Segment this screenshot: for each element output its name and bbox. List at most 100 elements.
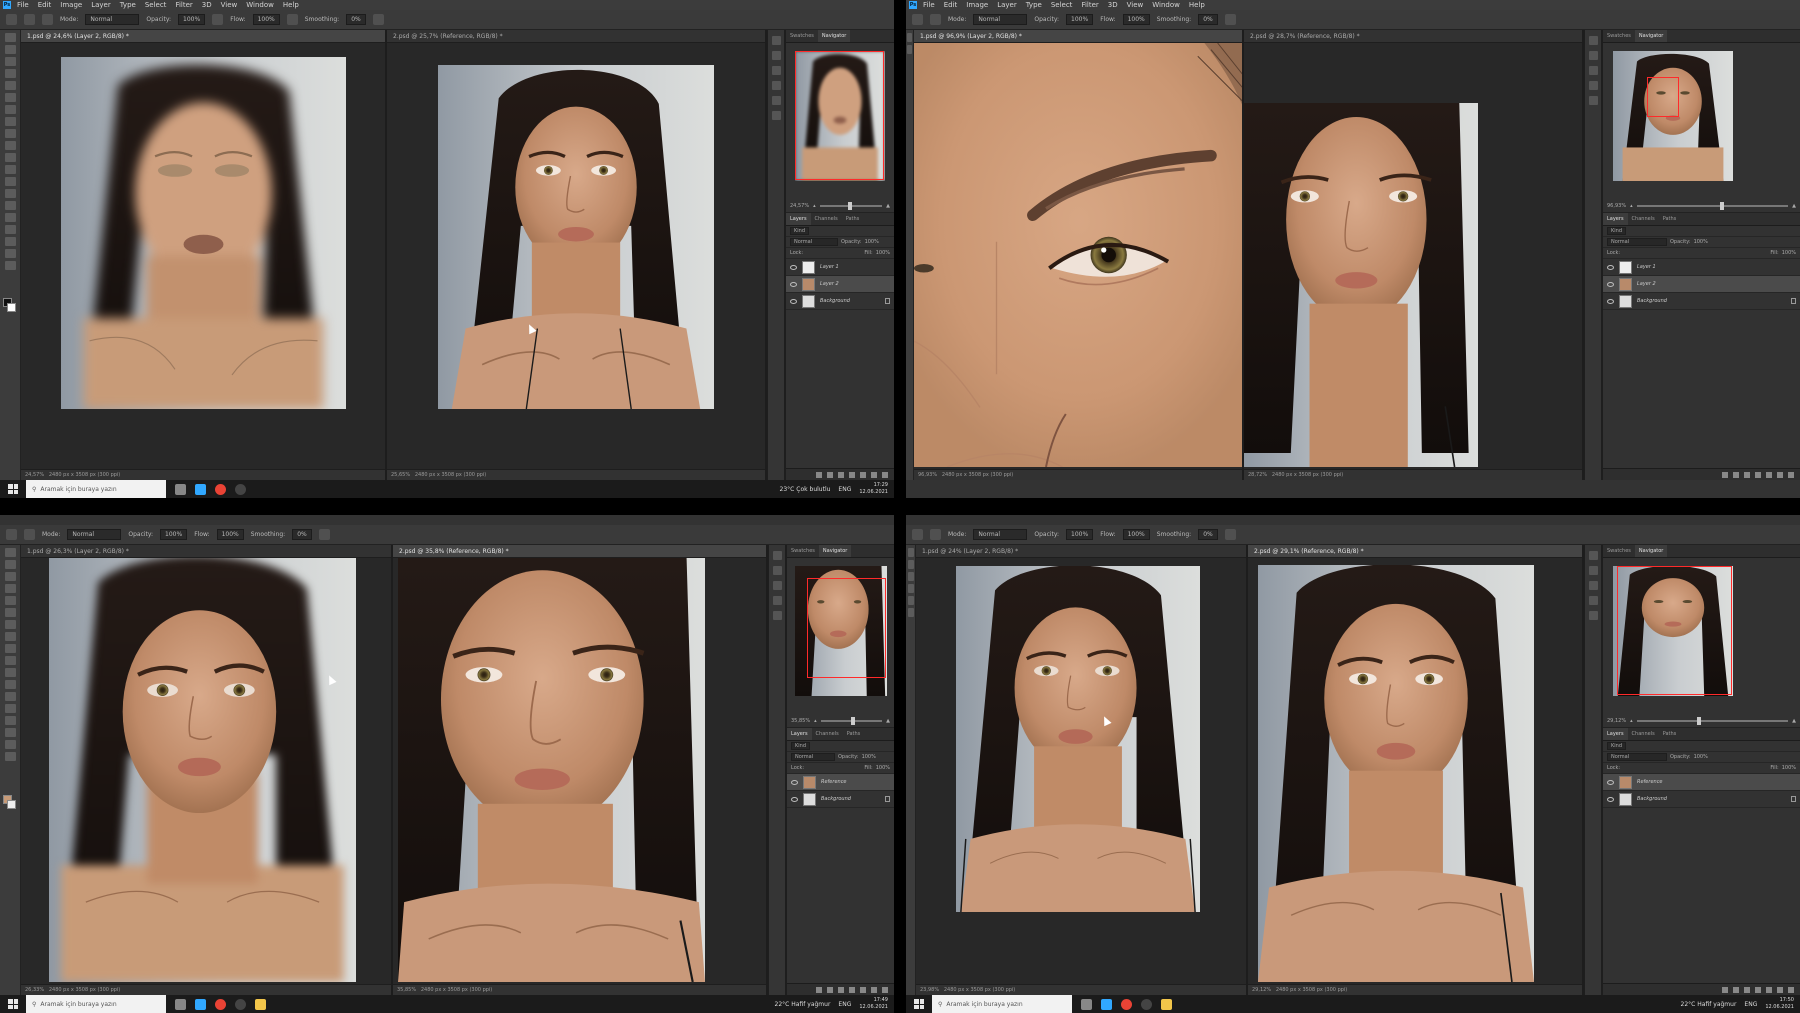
folder-icon[interactable]	[860, 986, 866, 993]
menu-type[interactable]: Type	[120, 1, 136, 9]
mask-icon[interactable]	[838, 986, 844, 993]
new-layer-icon[interactable]	[1777, 986, 1783, 993]
tab-swatches[interactable]: Swatches	[1603, 545, 1635, 557]
zoom-out-icon[interactable]: ▴	[1630, 203, 1633, 209]
shape-tool-icon[interactable]	[4, 728, 16, 737]
clock[interactable]: 17:49 12.06.2021	[859, 997, 888, 1011]
move-tool-icon[interactable]	[4, 548, 16, 557]
brush-tool-icon[interactable]	[930, 14, 941, 25]
layer-row[interactable]: Layer 2	[786, 276, 894, 293]
clock[interactable]: 17:29 12.06.2021	[859, 482, 888, 496]
tab-channels[interactable]: Channels	[811, 213, 842, 225]
airbrush-icon[interactable]	[286, 14, 298, 25]
photoshop-taskbar-icon[interactable]	[195, 483, 206, 495]
kind-filter[interactable]: Kind	[791, 742, 811, 750]
link-icon[interactable]	[816, 471, 822, 478]
flow-field[interactable]: 100%	[1122, 14, 1150, 25]
gear-icon[interactable]	[1224, 14, 1236, 25]
character-icon[interactable]	[772, 611, 782, 620]
file-explorer-icon[interactable]	[1161, 998, 1172, 1010]
brush-tool-icon[interactable]	[4, 632, 16, 641]
trash-icon[interactable]	[882, 471, 888, 478]
smoothing-field[interactable]: 0%	[292, 529, 312, 540]
menu-help[interactable]: Help	[1189, 1, 1205, 9]
navigator-view-box[interactable]	[1617, 566, 1732, 695]
layer-row[interactable]: Layer 2	[1603, 276, 1800, 293]
photoshop-taskbar-icon[interactable]	[1101, 998, 1112, 1010]
marquee-tool-icon[interactable]	[4, 45, 16, 54]
gradient-tool-icon[interactable]	[4, 165, 16, 174]
canvas-reference[interactable]	[1258, 565, 1534, 982]
layer-opacity[interactable]: 100%	[865, 239, 879, 245]
layer-row[interactable]: Layer 1	[786, 259, 894, 276]
layer-name[interactable]: Layer 2	[1637, 281, 1656, 287]
taskbar-search[interactable]: ⚲ Aramak için buraya yazın	[26, 480, 166, 498]
pen-tool-icon[interactable]	[4, 201, 16, 210]
eraser-tool-icon[interactable]	[907, 584, 914, 593]
fill-value[interactable]: 100%	[1782, 250, 1796, 256]
menu-filter[interactable]: Filter	[1081, 1, 1098, 9]
blend-mode-select[interactable]: Normal	[791, 753, 835, 761]
home-icon[interactable]	[6, 14, 17, 25]
layer-name[interactable]: Layer 1	[820, 264, 839, 270]
new-layer-icon[interactable]	[871, 986, 877, 993]
app-icon[interactable]	[1141, 998, 1152, 1010]
layer-name[interactable]: Background	[820, 298, 850, 304]
language-indicator[interactable]: ENG	[838, 1001, 851, 1008]
stamp-tool-icon[interactable]	[4, 644, 16, 653]
tab-layers[interactable]: Layers	[1603, 213, 1628, 225]
history-brush-icon[interactable]	[4, 141, 16, 150]
link-icon[interactable]	[1722, 986, 1728, 993]
properties-icon[interactable]	[1588, 51, 1598, 60]
new-layer-icon[interactable]	[1777, 471, 1783, 478]
history-icon[interactable]	[772, 551, 782, 560]
opacity-field[interactable]: 100%	[1066, 14, 1094, 25]
menu-select[interactable]: Select	[145, 1, 167, 9]
smoothing-field[interactable]: 0%	[1198, 14, 1218, 25]
tab-paths[interactable]: Paths	[842, 213, 864, 225]
weather-text[interactable]: 22°C Hafif yağmur	[775, 1001, 831, 1008]
task-view-icon[interactable]	[175, 483, 186, 495]
eyedropper-tool-icon[interactable]	[4, 93, 16, 102]
folder-icon[interactable]	[1766, 471, 1772, 478]
smoothing-field[interactable]: 0%	[346, 14, 366, 25]
zoom-tool-icon[interactable]	[4, 752, 16, 761]
blend-mode-select[interactable]: Normal	[1607, 753, 1667, 761]
eraser-tool-icon[interactable]	[4, 153, 16, 162]
path-select-icon[interactable]	[4, 225, 16, 234]
hand-tool-icon[interactable]	[4, 249, 16, 258]
properties-icon[interactable]	[772, 566, 782, 575]
taskbar-search[interactable]: ⚲ Aramak için buraya yazın	[26, 995, 166, 1013]
navigator-thumbnail[interactable]	[1613, 566, 1733, 696]
eye-icon[interactable]	[1607, 281, 1614, 287]
gear-icon[interactable]	[318, 529, 330, 540]
layer-opacity[interactable]: 100%	[1694, 239, 1708, 245]
brush-preset-icon[interactable]	[42, 14, 53, 25]
canvas-painting-zoomed[interactable]	[914, 43, 1242, 467]
layer-opacity[interactable]: 100%	[1694, 754, 1708, 760]
tab-paths[interactable]: Paths	[1659, 728, 1681, 740]
opacity-field[interactable]: 100%	[160, 529, 188, 540]
character-icon[interactable]	[1588, 611, 1598, 620]
layer-name[interactable]: Background	[1637, 796, 1667, 802]
menu-file[interactable]: File	[17, 1, 29, 9]
kind-filter[interactable]: Kind	[790, 227, 810, 235]
zoom-in-icon[interactable]: ▲	[886, 718, 890, 724]
menu-window[interactable]: Window	[1152, 1, 1180, 9]
trash-icon[interactable]	[1788, 986, 1794, 993]
layer-name[interactable]: Reference	[821, 779, 847, 785]
link-icon[interactable]	[816, 986, 822, 993]
quick-select-tool-icon[interactable]	[4, 584, 16, 593]
menu-3d[interactable]: 3D	[202, 1, 212, 9]
zoom-in-icon[interactable]: ▲	[886, 203, 890, 209]
properties-icon[interactable]	[771, 51, 781, 60]
brush-settings-icon[interactable]	[1588, 596, 1598, 605]
link-icon[interactable]	[1722, 471, 1728, 478]
mask-icon[interactable]	[838, 471, 844, 478]
brush-settings-icon[interactable]	[771, 81, 781, 90]
brush-tool-icon[interactable]	[907, 572, 914, 581]
blend-mode-select[interactable]: Normal	[1607, 238, 1667, 246]
tab-navigator[interactable]: Navigator	[818, 545, 852, 557]
layer-row[interactable]: Background	[786, 293, 894, 310]
navigator-thumbnail[interactable]	[794, 566, 887, 696]
